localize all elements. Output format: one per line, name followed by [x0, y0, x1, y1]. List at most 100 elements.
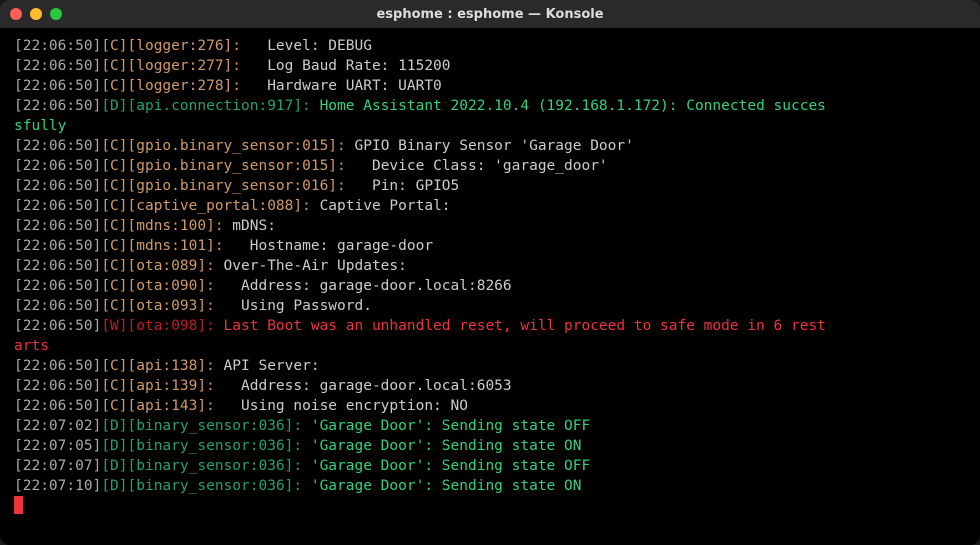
log-tag: [api:143]: — [128, 398, 224, 414]
log-timestamp: [22:06:50] — [14, 398, 101, 414]
log-tag: [api:138]: — [128, 358, 224, 374]
log-line: [22:06:50][C][ota:093]: Using Password. — [14, 296, 966, 316]
log-level: [D] — [101, 438, 127, 454]
log-message: API Server: — [224, 358, 320, 374]
log-timestamp: [22:06:50] — [14, 58, 101, 74]
log-message: Address: garage-door.local:8266 — [224, 278, 512, 294]
log-line: [22:06:50][W][ota:098]: Last Boot was an… — [14, 316, 966, 336]
log-line: sfully — [14, 116, 966, 136]
close-icon[interactable] — [10, 8, 22, 20]
log-message: Device Class: 'garage_door' — [355, 158, 608, 174]
log-message: 'Garage Door': Sending state ON — [311, 438, 582, 454]
log-line: [22:06:50][C][api:138]: API Server: — [14, 356, 966, 376]
log-line: arts — [14, 336, 966, 356]
log-message: Over-The-Air Updates: — [224, 258, 407, 274]
log-tag: [logger:278]: — [128, 78, 250, 94]
log-timestamp: [22:07:05] — [14, 438, 101, 454]
log-message: 'Garage Door': Sending state OFF — [311, 418, 590, 434]
log-line: [22:07:10][D][binary_sensor:036]: 'Garag… — [14, 476, 966, 496]
log-level: [C] — [101, 378, 127, 394]
log-level: [C] — [101, 298, 127, 314]
log-timestamp: [22:06:50] — [14, 378, 101, 394]
titlebar[interactable]: esphome : esphome — Konsole — [0, 0, 980, 28]
log-timestamp: [22:06:50] — [14, 298, 101, 314]
log-timestamp: [22:06:50] — [14, 138, 101, 154]
traffic-lights — [10, 8, 62, 20]
log-message: GPIO Binary Sensor 'Garage Door' — [355, 138, 634, 154]
log-level: [C] — [101, 178, 127, 194]
log-line: [22:07:05][D][binary_sensor:036]: 'Garag… — [14, 436, 966, 456]
log-timestamp: [22:06:50] — [14, 258, 101, 274]
log-tag: [gpio.binary_sensor:015]: — [128, 158, 355, 174]
log-tag: [mdns:100]: — [128, 218, 233, 234]
log-timestamp: [22:06:50] — [14, 218, 101, 234]
log-tag: [binary_sensor:036]: — [128, 438, 311, 454]
log-line: [22:06:50][C][mdns:100]: mDNS: — [14, 216, 966, 236]
log-tag: [captive_portal:088]: — [128, 198, 320, 214]
log-message: Last Boot was an unhandled reset, will p… — [224, 318, 826, 334]
log-line: [22:06:50][C][mdns:101]: Hostname: garag… — [14, 236, 966, 256]
log-message: Log Baud Rate: 115200 — [250, 58, 451, 74]
log-line: [22:06:50][C][ota:089]: Over-The-Air Upd… — [14, 256, 966, 276]
log-tag: [api:139]: — [128, 378, 224, 394]
log-line: [22:06:50][C][gpio.binary_sensor:016]: P… — [14, 176, 966, 196]
window-title: esphome : esphome — Konsole — [376, 7, 603, 22]
log-message: mDNS: — [232, 218, 276, 234]
log-timestamp: [22:06:50] — [14, 358, 101, 374]
log-level: [C] — [101, 238, 127, 254]
log-message: Using Password. — [224, 298, 372, 314]
minimize-icon[interactable] — [30, 8, 42, 20]
log-tag: [logger:277]: — [128, 58, 250, 74]
log-level: [C] — [101, 198, 127, 214]
log-timestamp: [22:07:07] — [14, 458, 101, 474]
log-tag: [logger:276]: — [128, 38, 250, 54]
log-timestamp: [22:06:50] — [14, 178, 101, 194]
log-message: Hardware UART: UART0 — [250, 78, 442, 94]
log-line: [22:06:50][D][api.connection:917]: Home … — [14, 96, 966, 116]
log-level: [C] — [101, 138, 127, 154]
log-line: [22:06:50][C][captive_portal:088]: Capti… — [14, 196, 966, 216]
log-timestamp: [22:07:10] — [14, 478, 101, 494]
log-timestamp: [22:06:50] — [14, 198, 101, 214]
log-message: Address: garage-door.local:6053 — [224, 378, 512, 394]
log-level: [C] — [101, 218, 127, 234]
log-level: [C] — [101, 78, 127, 94]
cursor-icon — [14, 496, 23, 514]
terminal-output[interactable]: [22:06:50][C][logger:276]: Level: DEBUG[… — [0, 28, 980, 545]
log-line: [22:06:50][C][api:143]: Using noise encr… — [14, 396, 966, 416]
log-line: [22:06:50][C][logger:277]: Log Baud Rate… — [14, 56, 966, 76]
log-message: Level: DEBUG — [250, 38, 372, 54]
log-tag: [ota:098]: — [128, 318, 224, 334]
log-level: [C] — [101, 258, 127, 274]
log-line: [22:06:50][C][api:139]: Address: garage-… — [14, 376, 966, 396]
log-line: [22:06:50][C][gpio.binary_sensor:015]: G… — [14, 136, 966, 156]
log-tag: [binary_sensor:036]: — [128, 458, 311, 474]
log-tag: [ota:089]: — [128, 258, 224, 274]
prompt-line[interactable] — [14, 496, 966, 516]
log-line: [22:06:50][C][logger:276]: Level: DEBUG — [14, 36, 966, 56]
log-tag: [gpio.binary_sensor:016]: — [128, 178, 355, 194]
log-timestamp: [22:06:50] — [14, 38, 101, 54]
maximize-icon[interactable] — [50, 8, 62, 20]
log-tag: [api.connection:917]: — [128, 98, 320, 114]
log-message: Home Assistant 2022.10.4 (192.168.1.172)… — [320, 98, 826, 114]
log-level: [C] — [101, 358, 127, 374]
log-tag: [mdns:101]: — [128, 238, 233, 254]
log-timestamp: [22:06:50] — [14, 78, 101, 94]
terminal-window: esphome : esphome — Konsole [22:06:50][C… — [0, 0, 980, 545]
log-timestamp: [22:06:50] — [14, 278, 101, 294]
log-line: [22:06:50][C][gpio.binary_sensor:015]: D… — [14, 156, 966, 176]
log-message: sfully — [14, 118, 66, 134]
log-timestamp: [22:06:50] — [14, 238, 101, 254]
log-tag: [binary_sensor:036]: — [128, 478, 311, 494]
log-tag: [ota:090]: — [128, 278, 224, 294]
log-line: [22:06:50][C][ota:090]: Address: garage-… — [14, 276, 966, 296]
log-level: [D] — [101, 458, 127, 474]
log-message: Hostname: garage-door — [232, 238, 433, 254]
log-timestamp: [22:07:02] — [14, 418, 101, 434]
log-line: [22:06:50][C][logger:278]: Hardware UART… — [14, 76, 966, 96]
log-timestamp: [22:06:50] — [14, 158, 101, 174]
log-line: [22:07:02][D][binary_sensor:036]: 'Garag… — [14, 416, 966, 436]
log-tag: [gpio.binary_sensor:015]: — [128, 138, 355, 154]
log-tag: [binary_sensor:036]: — [128, 418, 311, 434]
